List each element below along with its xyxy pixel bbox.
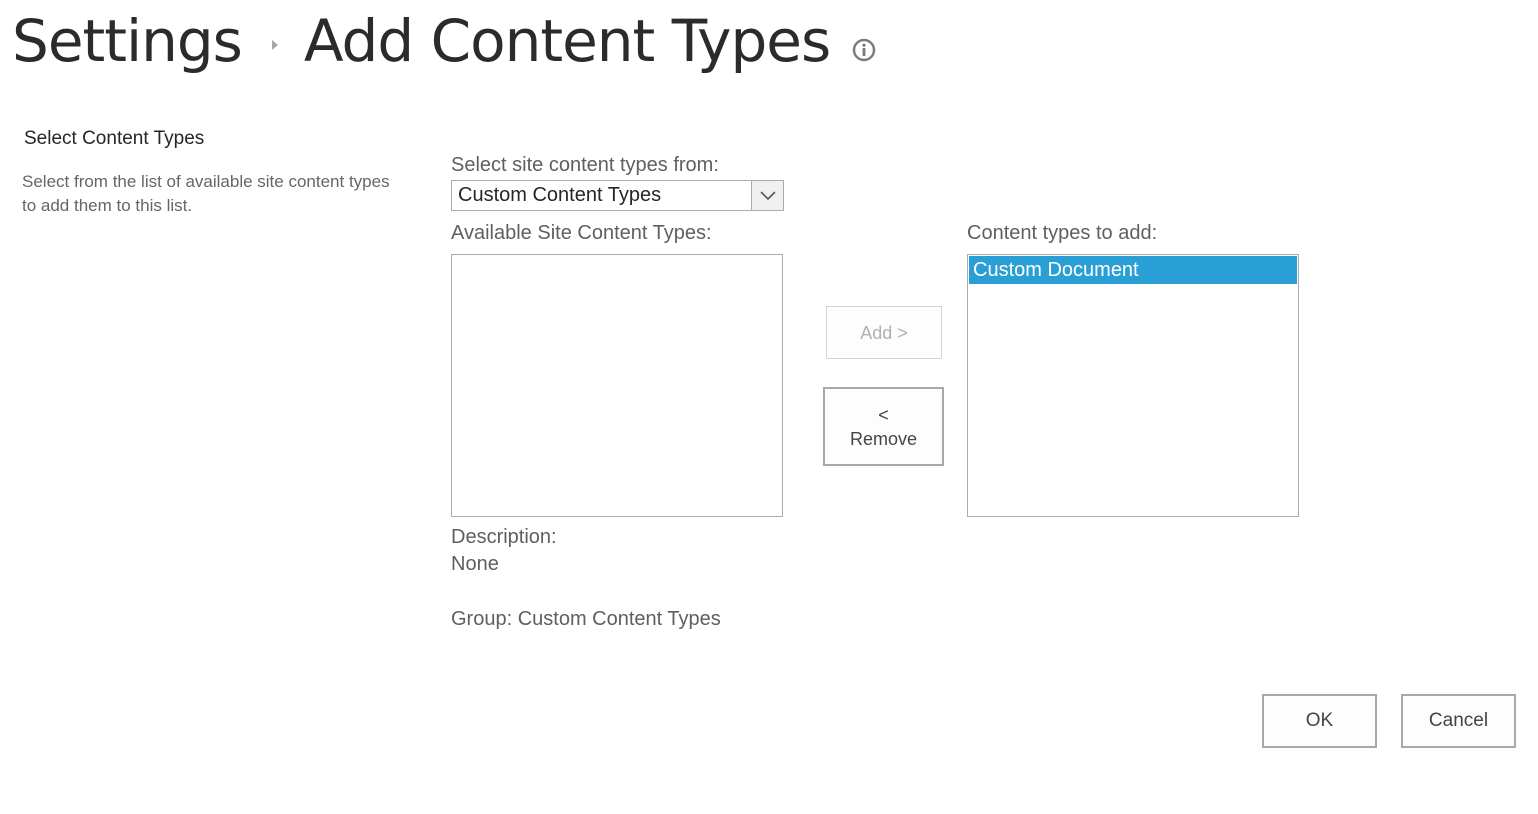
chevron-down-icon[interactable] [751,181,783,210]
remove-button[interactable]: < Remove [823,387,944,466]
section-description: Select from the list of available site c… [22,172,390,215]
content-type-group-select[interactable]: Custom Content Types [451,180,784,211]
list-item[interactable]: Custom Document [969,256,1297,284]
remove-arrow: < [878,404,889,425]
breadcrumb: Settings Add Content Types [12,6,876,76]
breadcrumb-separator-icon [271,40,278,50]
group-text: Group: Custom Content Types [451,608,721,630]
source-label: Select site content types from: [451,154,719,176]
description-value: None [451,553,499,575]
available-content-types-listbox[interactable] [451,254,783,517]
page-title: Add Content Types [303,7,831,75]
section-title: Select Content Types [24,128,205,149]
to-add-label: Content types to add: [967,222,1158,244]
add-button[interactable]: Add > [826,306,942,359]
add-button-label: Add > [860,322,908,343]
available-label: Available Site Content Types: [451,222,712,244]
select-value: Custom Content Types [458,184,662,206]
remove-button-label: Remove [849,428,918,449]
cancel-button-label: Cancel [1428,710,1489,731]
description-label: Description: [451,526,557,548]
ok-button[interactable]: OK [1262,694,1377,748]
content-types-to-add-listbox[interactable]: Custom Document [967,254,1299,517]
breadcrumb-settings-link[interactable]: Settings [12,6,243,76]
page: Settings Add Content Types Select Conten… [0,0,1538,814]
info-circle-icon[interactable] [852,38,876,62]
ok-button-label: OK [1305,710,1334,731]
cancel-button[interactable]: Cancel [1401,694,1516,748]
